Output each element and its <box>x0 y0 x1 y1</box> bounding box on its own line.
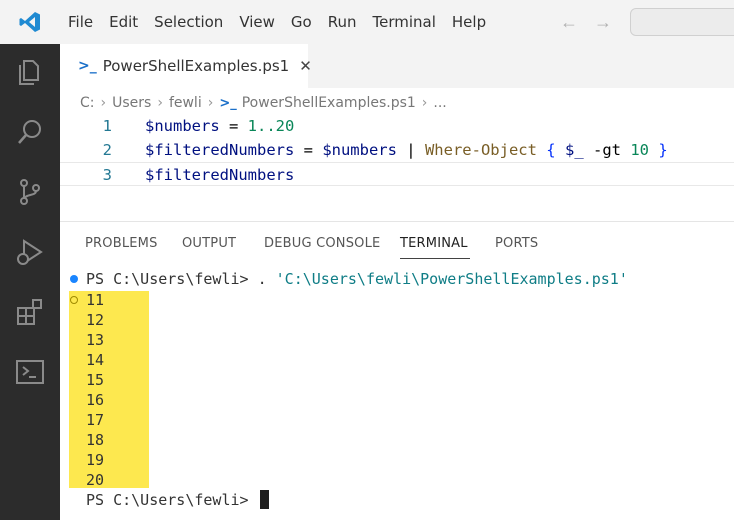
breadcrumb-file[interactable]: PowerShellExamples.ps1 <box>242 95 416 111</box>
line-number: 3 <box>102 166 112 184</box>
tab-debug-console[interactable]: DEBUG CONSOLE <box>264 236 380 251</box>
search-icon[interactable] <box>14 116 46 148</box>
tab-powershell-examples[interactable]: >_ PowerShellExamples.ps1 ✕ <box>60 44 312 88</box>
tab-label: PowerShellExamples.ps1 <box>102 57 290 75</box>
menu-file[interactable]: File <box>60 0 101 44</box>
code-token: $_ <box>564 141 584 159</box>
tab-problems[interactable]: PROBLEMS <box>85 236 158 251</box>
code-token: { <box>546 141 556 159</box>
menu-help[interactable]: Help <box>444 0 494 44</box>
code-token: $numbers <box>145 117 220 135</box>
code-line-current[interactable]: 3 $filteredNumbers <box>60 162 734 186</box>
explorer-icon[interactable] <box>14 56 46 88</box>
close-icon[interactable]: ✕ <box>299 57 312 75</box>
code-token: = <box>294 141 323 159</box>
terminal-output-line: 12 <box>86 311 105 329</box>
title-bar: File Edit Selection View Go Run Terminal… <box>0 0 734 44</box>
code-token: = <box>219 117 248 135</box>
vscode-logo-icon <box>0 0 60 44</box>
code-token: -gt <box>583 141 631 159</box>
code-line[interactable]: 1 $numbers = 1..20 <box>60 114 734 138</box>
chevron-right-icon: › <box>157 95 163 111</box>
tab-terminal[interactable]: TERMINAL <box>400 236 468 251</box>
code-editor[interactable]: 1 $numbers = 1..20 2 $filteredNumbers = … <box>60 114 734 222</box>
tab-output[interactable]: OUTPUT <box>182 236 236 251</box>
menu-go[interactable]: Go <box>283 0 320 44</box>
code-token: $filteredNumbers <box>145 141 295 159</box>
panel-divider <box>60 221 734 222</box>
forward-arrow-icon[interactable]: → <box>594 12 612 33</box>
terminal-cursor <box>259 490 269 509</box>
breadcrumb-more[interactable]: ... <box>433 95 446 111</box>
code-line[interactable]: 2 $filteredNumbers = $numbers | Where-Ob… <box>60 138 734 162</box>
command-center-search[interactable] <box>630 8 734 36</box>
breadcrumb-fewli[interactable]: fewli <box>169 95 202 111</box>
command-decoration-icon[interactable] <box>70 296 78 304</box>
terminal-output-line: 13 <box>86 331 105 349</box>
menu-terminal[interactable]: Terminal <box>365 0 444 44</box>
code-token: $numbers <box>322 141 397 159</box>
code-text: $filteredNumbers <box>145 163 294 187</box>
breadcrumb-users[interactable]: Users <box>112 95 151 111</box>
line-number: 2 <box>102 141 112 159</box>
terminal-output-line: 11 <box>86 291 105 309</box>
terminal-output-line: 16 <box>86 391 105 409</box>
activity-bar <box>0 44 60 520</box>
back-arrow-icon[interactable]: ← <box>560 12 578 33</box>
menu-view[interactable]: View <box>231 0 283 44</box>
terminal-output-line: 19 <box>86 451 105 469</box>
menu-run[interactable]: Run <box>320 0 365 44</box>
menu-selection[interactable]: Selection <box>146 0 231 44</box>
code-token: Where-Object <box>424 141 537 159</box>
chevron-right-icon: › <box>207 95 214 111</box>
code-text: $filteredNumbers = $numbers | Where-Obje… <box>145 138 668 162</box>
code-token: | <box>396 141 425 159</box>
terminal[interactable]: PS C:\Users\fewli> . 'C:\Users\fewli\Pow… <box>60 268 734 520</box>
output-highlight <box>69 291 149 488</box>
extensions-icon[interactable] <box>14 296 46 328</box>
command-success-icon[interactable] <box>70 275 78 283</box>
terminal-output-line: 18 <box>86 431 105 449</box>
terminal-prompt: PS C:\Users\fewli> <box>86 270 258 288</box>
code-token: } <box>658 141 668 159</box>
nav-arrows: ← → <box>560 12 612 33</box>
powershell-icon[interactable] <box>14 356 46 388</box>
chevron-right-icon: › <box>100 95 107 111</box>
terminal-command-dot: . <box>257 270 276 288</box>
terminal-output-line: 15 <box>86 371 105 389</box>
powershell-icon: >_ <box>78 58 97 74</box>
terminal-prompt: PS C:\Users\fewli> <box>86 491 258 509</box>
terminal-final-prompt-line[interactable]: PS C:\Users\fewli> <box>86 490 269 510</box>
active-tab-indicator <box>400 258 470 259</box>
terminal-output-line: 17 <box>86 411 105 429</box>
code-text: $numbers = 1..20 <box>145 114 294 138</box>
breadcrumb-drive[interactable]: C: <box>80 95 95 111</box>
tab-ports[interactable]: PORTS <box>495 236 538 251</box>
source-control-icon[interactable] <box>14 176 46 208</box>
powershell-icon: >_ <box>219 95 237 111</box>
terminal-output-line: 20 <box>86 471 105 489</box>
code-token: $filteredNumbers <box>145 166 295 184</box>
code-token: 10 <box>630 141 649 159</box>
code-token: 1..20 <box>247 117 295 135</box>
run-debug-icon[interactable] <box>14 236 46 268</box>
editor-tab-bar: >_ PowerShellExamples.ps1 ✕ <box>60 44 734 88</box>
terminal-command-line: PS C:\Users\fewli> . 'C:\Users\fewli\Pow… <box>86 269 628 289</box>
line-number: 1 <box>102 117 112 135</box>
terminal-output-line: 14 <box>86 351 105 369</box>
menu-edit[interactable]: Edit <box>101 0 146 44</box>
menu-bar: File Edit Selection View Go Run Terminal… <box>60 0 494 44</box>
terminal-command-path: 'C:\Users\fewli\PowerShellExamples.ps1' <box>275 270 628 288</box>
chevron-right-icon: › <box>421 95 428 111</box>
breadcrumb: C: › Users › fewli › >_ PowerShellExampl… <box>80 92 447 114</box>
